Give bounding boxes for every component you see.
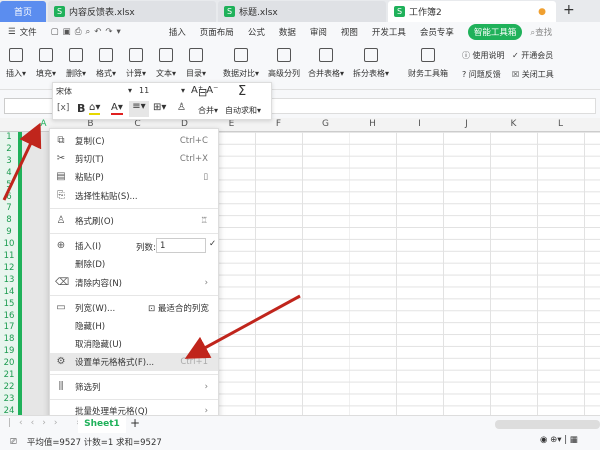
status-count: 计数=1 (83, 437, 114, 448)
status-bar: ⎚ 平均值=9527 计数=1 求和=9527 ◉ ⊕▾ | ▦ (0, 433, 600, 450)
arrow-to-format-cells (184, 294, 301, 359)
horizontal-scrollbar[interactable] (495, 420, 600, 429)
sheet-tab-sheet1[interactable]: Sheet1 (78, 416, 126, 433)
status-icon[interactable]: ⎚ (10, 437, 17, 447)
sheet-bar: |‹‹›› ›| Sheet1 + (0, 415, 600, 433)
add-sheet-button[interactable]: + (130, 416, 140, 430)
annotation-arrows (2, 122, 301, 359)
status-average: 平均值=9527 (26, 437, 82, 448)
view-icons[interactable]: ◉ ⊕▾ | ▦ (540, 435, 578, 445)
arrow-to-column-a (2, 122, 42, 201)
status-sum: 求和=9527 (116, 437, 162, 448)
